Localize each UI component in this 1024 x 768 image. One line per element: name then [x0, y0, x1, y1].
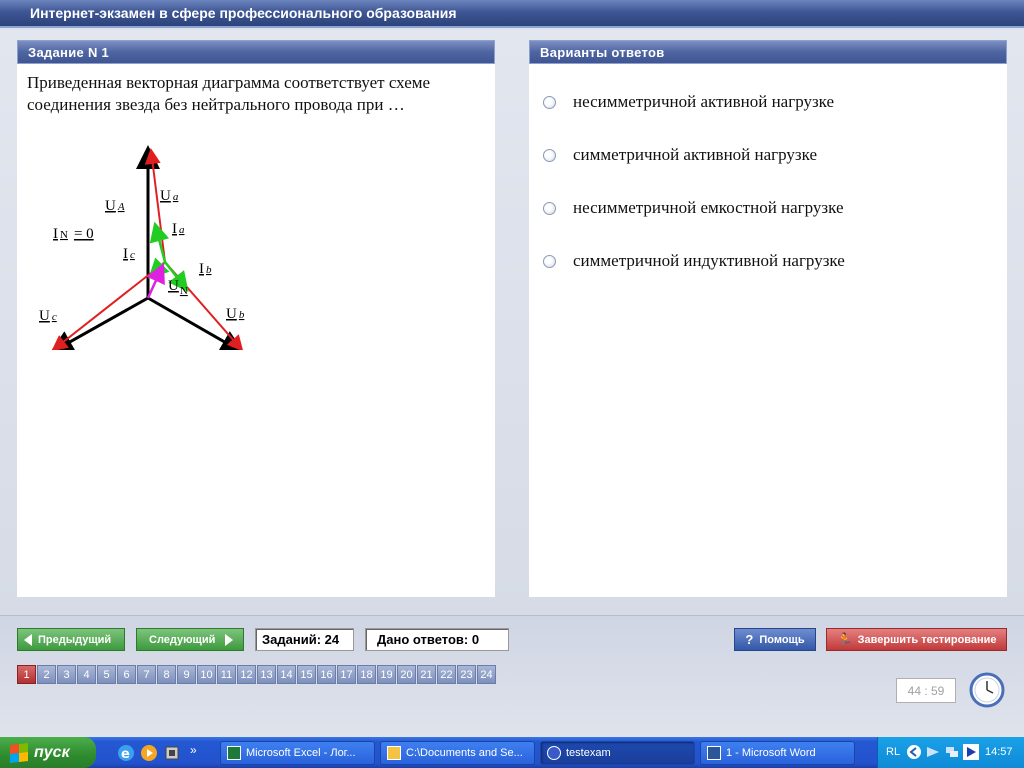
vector-uc-load	[51, 261, 166, 350]
answer-option-3[interactable]: несимметричной емкостной нагрузке	[543, 196, 844, 220]
taskbar-item-testexam[interactable]: testexam	[540, 741, 695, 765]
answer-label: несимметричной емкостной нагрузке	[573, 198, 844, 217]
answers-count: Дано ответов: 0	[365, 628, 509, 651]
task-number-8[interactable]: 8	[157, 665, 176, 684]
windows-flag-icon	[10, 742, 28, 763]
internet-explorer-icon[interactable]: e	[116, 743, 136, 763]
next-button[interactable]: Следующий	[136, 628, 244, 651]
task-number-13[interactable]: 13	[257, 665, 276, 684]
task-number-11[interactable]: 11	[217, 665, 236, 684]
task-number-2[interactable]: 2	[37, 665, 56, 684]
media-player-icon[interactable]	[139, 743, 159, 763]
label-un: UN	[168, 278, 188, 297]
label-ua-cap: UA	[105, 198, 125, 214]
task-number-7[interactable]: 7	[137, 665, 156, 684]
arrow-left-icon	[24, 633, 32, 646]
vector-ua-load	[144, 148, 166, 263]
start-button[interactable]: пуск	[0, 737, 96, 768]
system-clock: 14:57	[985, 746, 1013, 758]
task-number-23[interactable]: 23	[457, 665, 476, 684]
word-icon	[707, 746, 721, 760]
excel-icon	[227, 746, 241, 760]
tasks-count: Заданий: 24	[255, 628, 354, 651]
task-number-9[interactable]: 9	[177, 665, 196, 684]
task-number-24[interactable]: 24	[477, 665, 496, 684]
task-header: Задание N 1	[17, 40, 495, 64]
task-number-12[interactable]: 12	[237, 665, 256, 684]
clock-icon	[969, 672, 1005, 708]
task-number-10[interactable]: 10	[197, 665, 216, 684]
task-number-19[interactable]: 19	[377, 665, 396, 684]
tray-back-icon[interactable]	[906, 744, 922, 760]
task-number-15[interactable]: 15	[297, 665, 316, 684]
label-uc-small: Uc	[39, 308, 57, 324]
taskbar-item-word[interactable]: 1 - Microsoft Word	[700, 741, 855, 765]
radio-button[interactable]	[543, 201, 556, 215]
radio-button[interactable]	[543, 95, 556, 109]
task-number-14[interactable]: 14	[277, 665, 296, 684]
task-number-1[interactable]: 1	[17, 665, 36, 684]
answer-option-1[interactable]: несимметричной активной нагрузке	[543, 90, 834, 114]
running-man-icon: 🏃	[836, 631, 853, 647]
utility-icon[interactable]	[162, 743, 182, 763]
label-ua-small: Ua	[160, 188, 179, 204]
vector-uc-phase	[49, 296, 149, 350]
navigation-bar: Предыдущий Следующий Заданий: 24 Дано от…	[0, 615, 1024, 737]
finish-test-button[interactable]: 🏃 Завершить тестирование	[826, 628, 1007, 651]
answer-label: симметричной индуктивной нагрузке	[573, 251, 845, 270]
task-number-5[interactable]: 5	[97, 665, 116, 684]
quicklaunch-chevron-icon[interactable]: »	[190, 743, 197, 757]
task-number-navigator: 1 2 3 4 5 6 7 8 9 10 11 12 13 14 15 16 17 18 19 20 21 22 23 24	[17, 665, 497, 684]
task-number-18[interactable]: 18	[357, 665, 376, 684]
task-number-20[interactable]: 20	[397, 665, 416, 684]
question-icon: ?	[745, 632, 754, 647]
answer-option-2[interactable]: симметричной активной нагрузке	[543, 143, 817, 167]
system-tray: RL 14:57	[877, 737, 1024, 768]
answers-panel: Варианты ответов несимметричной активной…	[529, 40, 1007, 597]
prev-button[interactable]: Предыдущий	[17, 628, 125, 651]
label-ub-small: Ub	[226, 306, 245, 322]
task-number-17[interactable]: 17	[337, 665, 356, 684]
question-text: Приведенная векторная диаграмма соответс…	[27, 73, 431, 114]
window-title: Интернет-экзамен в сфере профессионально…	[30, 5, 457, 21]
answer-label: несимметричной активной нагрузке	[573, 92, 835, 111]
task-number-4[interactable]: 4	[77, 665, 96, 684]
folder-icon	[387, 746, 401, 760]
arrow-right-icon	[225, 633, 234, 646]
task-number-21[interactable]: 21	[417, 665, 436, 684]
window-title-bar: Интернет-экзамен в сфере профессионально…	[0, 0, 1024, 28]
answer-label: симметричной активной нагрузке	[573, 145, 818, 164]
label-ia: Ia	[172, 221, 185, 237]
taskbar-item-explorer[interactable]: C:\Documents and Se...	[380, 741, 535, 765]
answers-header: Варианты ответов	[529, 40, 1007, 64]
svg-text:e: e	[121, 747, 130, 762]
language-indicator[interactable]: RL	[886, 746, 900, 758]
network-icon[interactable]	[944, 744, 960, 760]
label-ic: Ic	[123, 246, 135, 262]
globe-icon	[547, 746, 561, 760]
radio-button[interactable]	[543, 254, 556, 268]
windows-taskbar: пуск e » Microsoft Excel - Лог... C:\Doc…	[0, 737, 1024, 768]
task-number-16[interactable]: 16	[317, 665, 336, 684]
answer-option-4[interactable]: симметричной индуктивной нагрузке	[543, 249, 845, 273]
task-number-3[interactable]: 3	[57, 665, 76, 684]
task-number-6[interactable]: 6	[117, 665, 136, 684]
vector-diagram: UA Ua Ia IN= 0 Ic Ib UN Uc Ub UC UB	[39, 145, 245, 350]
tray-media-icon[interactable]	[925, 744, 941, 760]
help-button[interactable]: ? Помощь	[734, 628, 816, 651]
timer-display: 44 : 59	[896, 678, 956, 703]
tray-play-icon[interactable]	[963, 744, 979, 760]
label-in: I N = 0	[53, 226, 94, 242]
label-ib: Ib	[199, 261, 212, 277]
task-number-22[interactable]: 22	[437, 665, 456, 684]
task-panel: Задание N 1 Приведенная векторная диагра…	[17, 40, 495, 597]
taskbar-item-excel[interactable]: Microsoft Excel - Лог...	[220, 741, 375, 765]
radio-button[interactable]	[543, 148, 556, 162]
